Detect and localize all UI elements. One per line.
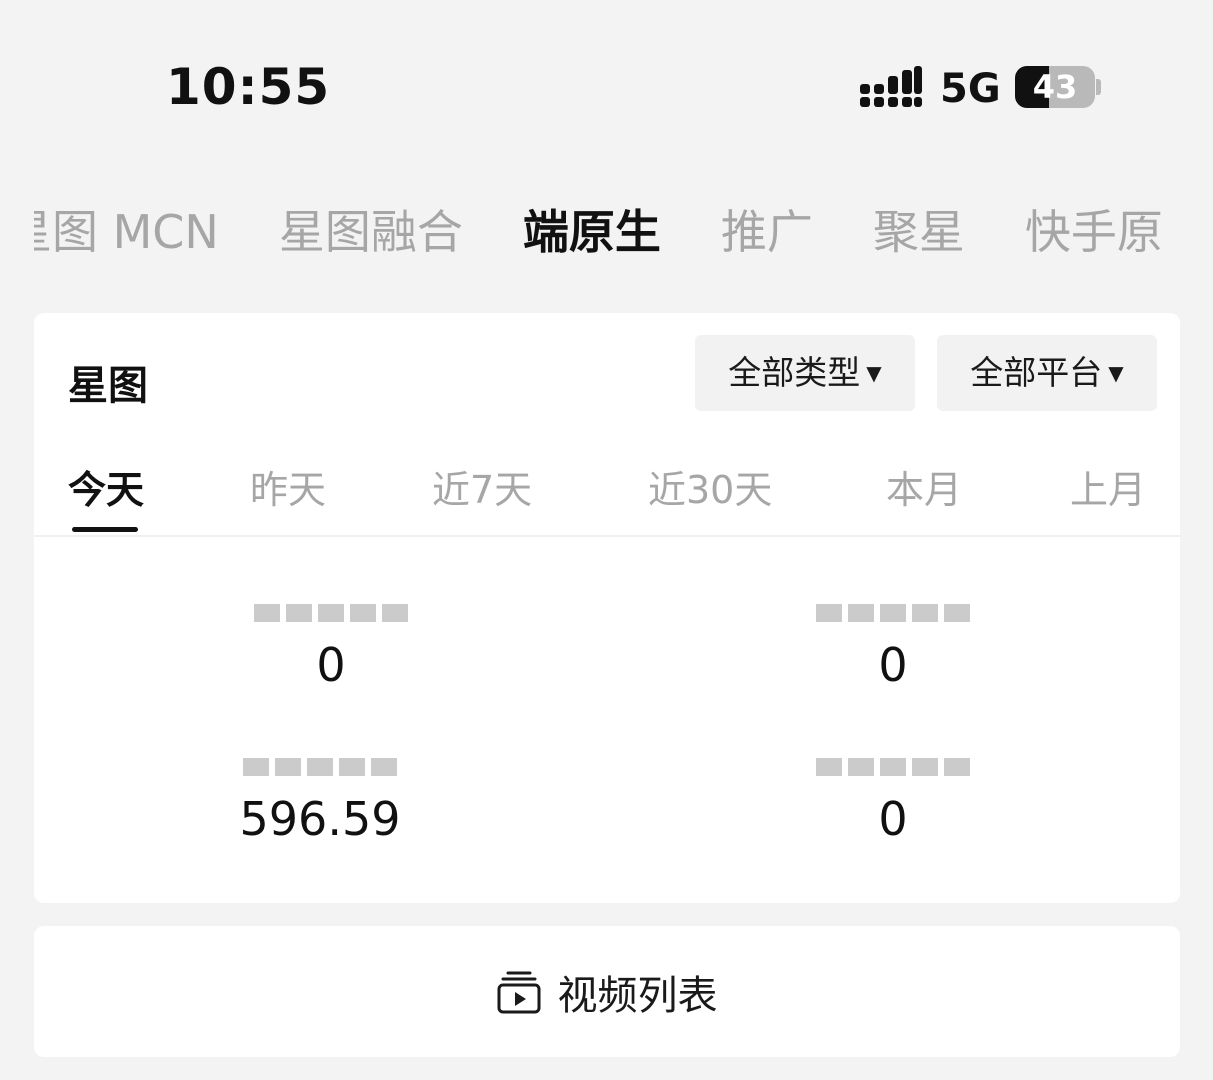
active-tab-indicator: [72, 527, 138, 532]
status-time: 10:55: [166, 58, 331, 116]
status-bar: 10:55 5G 43: [0, 0, 1213, 170]
redacted-text: [251, 595, 411, 622]
date-tab-last-30-days[interactable]: 近30天: [648, 459, 772, 514]
type-filter-label: 全部类型: [728, 353, 861, 392]
date-tab-last-month[interactable]: 上月: [1070, 459, 1146, 514]
metric-label-redacted: [181, 595, 481, 635]
category-tabs: 星图 MCN 星图融合端原生推广聚星快手原: [34, 196, 1180, 268]
caret-down-icon: ▼: [866, 361, 882, 385]
tab-xingtu-fusion[interactable]: 星图融合: [279, 196, 463, 268]
metric-value: 0: [878, 792, 908, 846]
tab-xingtu-mcn[interactable]: 星图 MCN: [34, 196, 219, 268]
cellular-signal-icon: [860, 66, 922, 107]
tab-promotion[interactable]: 推广: [721, 196, 813, 268]
metric-value: 0: [316, 638, 346, 692]
metric-value: 0: [878, 638, 908, 692]
metric-top-left: 0: [181, 595, 481, 695]
redacted-text: [813, 749, 973, 776]
date-range-tabs: 今天 昨天 近7天 近30天 本月 上月: [34, 441, 1180, 537]
metric-value: 596.59: [239, 792, 401, 846]
redacted-text: [813, 595, 973, 622]
metric-bottom-right: 0: [743, 749, 1043, 849]
date-tab-this-month[interactable]: 本月: [886, 459, 962, 514]
metric-top-right: 0: [743, 595, 1043, 695]
tab-juxing[interactable]: 聚星: [873, 196, 965, 268]
platform-filter-dropdown[interactable]: 全部平台 ▼: [937, 335, 1157, 411]
battery-percent: 43: [1032, 68, 1078, 106]
date-tab-last-7-days[interactable]: 近7天: [432, 459, 532, 514]
tab-kuaishou-native[interactable]: 快手原: [1025, 196, 1163, 268]
redacted-text: [240, 749, 400, 776]
metric-label-redacted: [170, 749, 470, 789]
video-list-button[interactable]: 视频列表: [34, 926, 1180, 1057]
metric-label-redacted: [743, 749, 1043, 789]
platform-filter-label: 全部平台: [970, 353, 1103, 392]
video-list-content: 视频列表: [496, 963, 718, 1019]
battery-cap: [1096, 79, 1101, 95]
battery-icon: 43: [1015, 66, 1095, 108]
stats-card: 星图 全部类型 ▼ 全部平台 ▼ 今天 昨天 近7天 近30天 本月 上月 0 0 …: [34, 313, 1180, 903]
video-list-icon: [497, 971, 541, 1014]
metric-bottom-left: 596.59: [170, 749, 470, 849]
date-tab-yesterday[interactable]: 昨天: [250, 459, 326, 514]
category-tabs-track: 星图 MCN 星图融合端原生推广聚星快手原: [34, 196, 1180, 268]
caret-down-icon: ▼: [1108, 361, 1124, 385]
network-type: 5G: [940, 66, 1001, 112]
card-title: 星图: [68, 363, 148, 409]
tab-native[interactable]: 端原生: [523, 196, 661, 268]
video-list-label: 视频列表: [557, 973, 718, 1019]
date-tab-today[interactable]: 今天: [68, 459, 144, 514]
type-filter-dropdown[interactable]: 全部类型 ▼: [695, 335, 915, 411]
metric-label-redacted: [743, 595, 1043, 635]
